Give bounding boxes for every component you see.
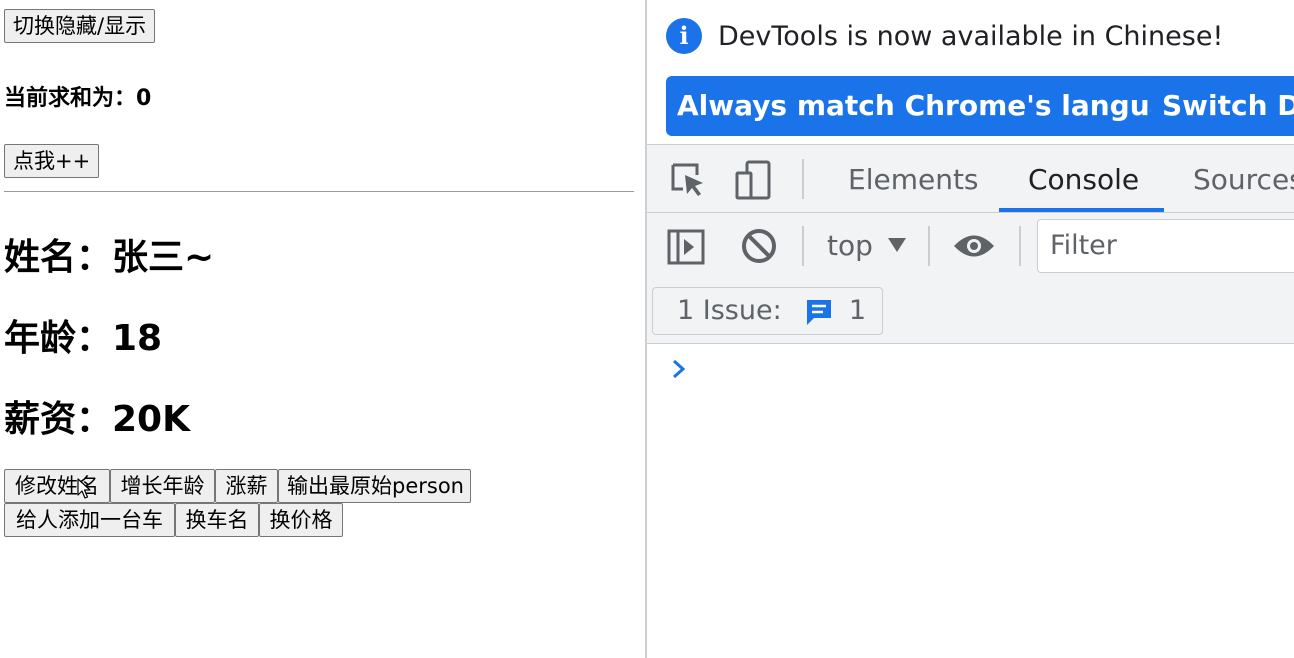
add-car-button[interactable]: 给人添加一台车 <box>4 503 175 537</box>
raise-salary-button[interactable]: 涨薪 <box>215 469 278 503</box>
separator <box>1019 226 1021 266</box>
increase-age-button[interactable]: 增长年龄 <box>110 469 215 503</box>
language-banner: i DevTools is now available in Chinese! … <box>647 0 1294 144</box>
devtools-panel: i DevTools is now available in Chinese! … <box>645 0 1294 658</box>
tab-elements[interactable]: Elements <box>848 145 979 212</box>
issues-label: 1 Issue: <box>677 295 782 326</box>
inspect-element-icon[interactable] <box>669 161 707 199</box>
change-price-button[interactable]: 换价格 <box>259 503 343 537</box>
console-prompt-chevron-icon <box>673 359 686 379</box>
issues-bar: 1 Issue: 1 <box>647 281 1294 344</box>
device-toolbar-icon[interactable] <box>733 159 775 201</box>
devtools-tabbar: Elements Console Sources <box>647 144 1294 213</box>
change-name-button[interactable]: 修改姓名 <box>4 469 110 503</box>
match-language-button[interactable]: Always match Chrome's language <box>666 76 1219 136</box>
issues-count: 1 <box>848 295 867 326</box>
active-tab-indicator <box>999 208 1164 212</box>
divider <box>4 191 634 192</box>
sum-text: 当前求和为：0 <box>4 86 152 111</box>
filter-input[interactable]: Filter <box>1037 219 1294 273</box>
sidebar-toggle-icon[interactable] <box>666 227 706 267</box>
clear-console-icon[interactable] <box>740 227 778 265</box>
issues-button[interactable]: 1 Issue: 1 <box>652 287 884 335</box>
live-expression-eye-icon[interactable] <box>952 231 996 261</box>
salary-heading: 薪资：20K <box>4 399 190 440</box>
separator <box>802 226 804 266</box>
info-icon: i <box>666 18 702 54</box>
name-heading: 姓名：张三~ <box>4 237 215 278</box>
change-car-name-button[interactable]: 换车名 <box>175 503 259 537</box>
banner-text: DevTools is now available in Chinese! <box>718 21 1224 52</box>
tab-sources[interactable]: Sources <box>1193 145 1294 212</box>
issue-message-icon <box>807 299 832 325</box>
separator <box>928 226 930 266</box>
print-person-button[interactable]: 输出最原始person <box>278 469 471 503</box>
age-heading: 年龄：18 <box>4 318 163 359</box>
page-content: 切换隐藏/显示 当前求和为：0 点我++ 姓名：张三~ 年龄：18 薪资：20K… <box>0 0 645 658</box>
switch-language-button[interactable]: Switch De <box>1151 76 1294 136</box>
toggle-visibility-button[interactable]: 切换隐藏/显示 <box>4 9 156 43</box>
tab-console[interactable]: Console <box>1028 145 1139 212</box>
increment-button[interactable]: 点我++ <box>4 144 100 178</box>
context-selector[interactable]: top <box>827 227 873 265</box>
separator <box>802 159 804 199</box>
mouse-cursor-icon <box>77 478 91 499</box>
dropdown-caret-icon[interactable] <box>887 237 907 253</box>
console-toolbar: top Filter <box>647 213 1294 281</box>
